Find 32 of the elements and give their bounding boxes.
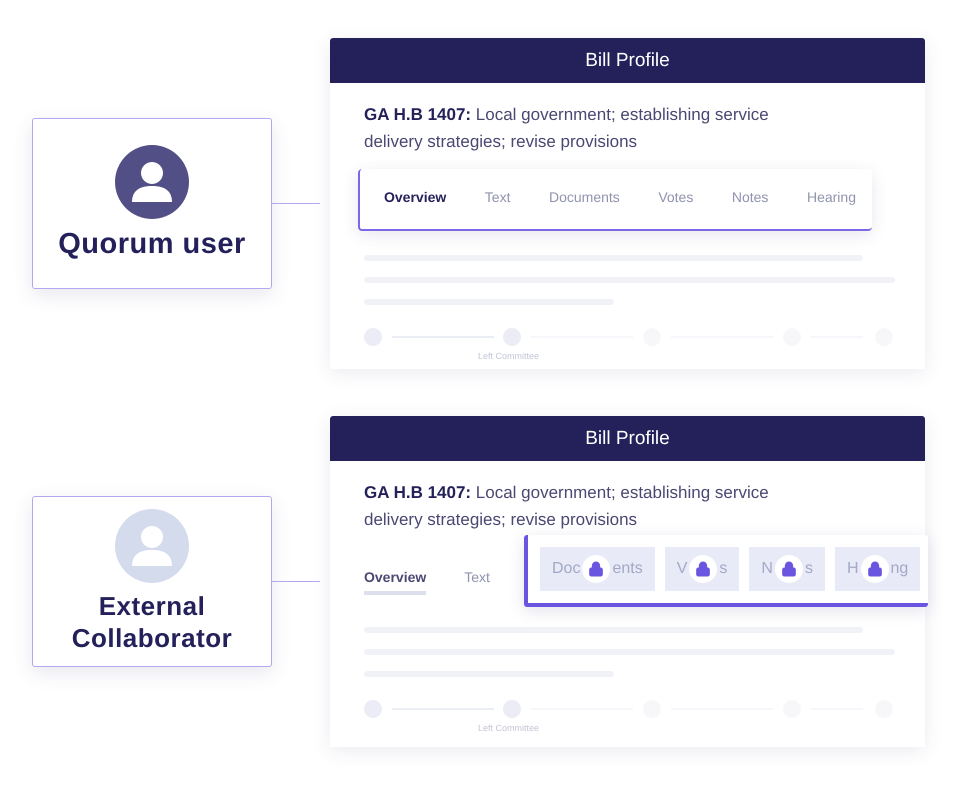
- tab[interactable]: Votes: [658, 183, 694, 215]
- tab-label: ents: [612, 560, 643, 578]
- tab-label: s: [804, 560, 813, 578]
- stage-label: Left Committee: [478, 723, 540, 733]
- locked-tab[interactable]: V s: [664, 547, 740, 591]
- card-header: Bill Profile: [330, 38, 925, 83]
- locked-tab[interactable]: H ng: [834, 547, 920, 591]
- bill-title: GA H.B 1407: Local government; establishing service delivery strategies; revise provisions: [363, 482, 770, 531]
- lock-icon: [774, 555, 803, 583]
- tab[interactable]: Notes: [732, 183, 768, 215]
- locked-tab[interactable]: N s: [749, 547, 825, 591]
- tab[interactable]: Text: [484, 183, 510, 215]
- tab[interactable]: Text: [464, 563, 490, 595]
- tab[interactable]: Overview: [364, 563, 426, 595]
- tab-label: N: [761, 560, 773, 578]
- tab-label: V: [676, 560, 688, 578]
- tab-label: ng: [890, 560, 908, 578]
- tab[interactable]: Documents: [548, 183, 620, 215]
- tab-label: s: [719, 560, 728, 578]
- bill-title: GA H.B 1407: Local government; establishing service delivery strategies; revise provisions: [363, 104, 770, 153]
- card-header: Bill Profile: [330, 416, 925, 461]
- tab-label: Doc: [552, 560, 580, 578]
- lock-icon: [860, 555, 888, 583]
- lock-icon: [689, 555, 718, 583]
- user-role: Quorum user: [57, 227, 247, 262]
- locked-tab[interactable]: Doc ents: [540, 547, 655, 591]
- tab[interactable]: Overview: [384, 183, 446, 215]
- stage-label: Left Committee: [478, 351, 540, 361]
- lock-icon: [582, 555, 610, 583]
- user-role: External Collaborator: [70, 591, 234, 654]
- tab-label: H: [846, 560, 858, 578]
- tab[interactable]: Hearing: [806, 183, 856, 215]
